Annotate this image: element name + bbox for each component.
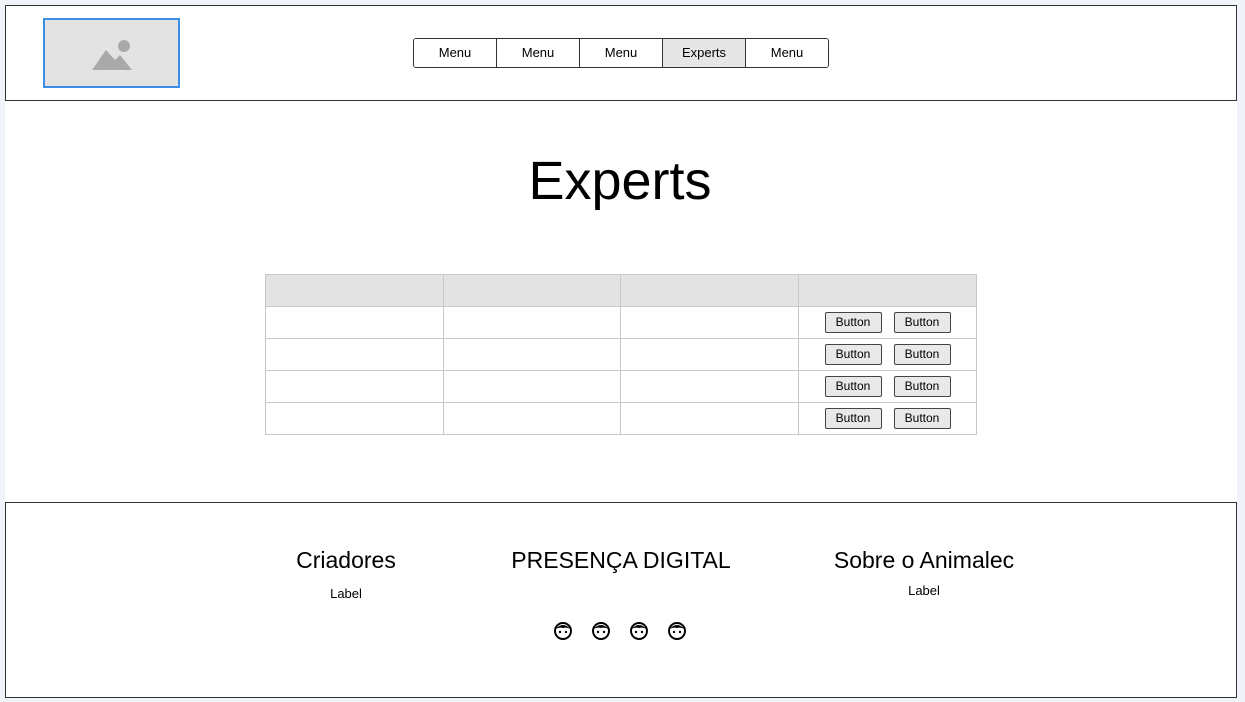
table-cell: [620, 370, 799, 403]
nav-item-experts[interactable]: Experts: [663, 39, 746, 67]
site-header: Menu Menu Menu Experts Menu: [5, 5, 1237, 101]
social-icons: [553, 621, 687, 641]
row-action-button-2[interactable]: Button: [893, 344, 951, 365]
nav-item-menu-5[interactable]: Menu: [746, 39, 828, 67]
site-footer: Criadores Label PRESENÇA DIGITAL Sobre o…: [5, 502, 1237, 698]
table-row: Button Button: [265, 306, 977, 339]
table-cell: [443, 338, 621, 371]
table-header-cell: [443, 274, 621, 307]
nav-item-menu-3[interactable]: Menu: [580, 39, 663, 67]
footer-digital-presence: PRESENÇA DIGITAL: [471, 547, 771, 574]
table-row: Button Button: [265, 338, 977, 371]
table-header-cell: [265, 274, 444, 307]
table-header-row: [265, 274, 977, 307]
row-action-button-2[interactable]: Button: [893, 376, 951, 397]
logo-image[interactable]: [43, 18, 180, 88]
footer-about: Sobre o Animalec Label: [796, 547, 1052, 598]
about-label: Label: [908, 583, 940, 598]
table-cell: [443, 306, 621, 339]
table-row: Button Button: [265, 370, 977, 403]
table-cell: [265, 338, 444, 371]
table-cell: [620, 338, 799, 371]
table-header-cell: [620, 274, 799, 307]
table-header-cell: [798, 274, 977, 307]
page-title: Experts: [528, 151, 712, 211]
table-actions-cell: Button Button: [798, 306, 977, 339]
nav-item-menu-1[interactable]: Menu: [414, 39, 497, 67]
creators-heading: Criadores: [296, 547, 396, 573]
table-actions-cell: Button Button: [798, 370, 977, 403]
user-face-icon[interactable]: [591, 621, 611, 641]
experts-table: Button Button Button Button Button Button B…: [265, 274, 977, 435]
table-cell: [443, 370, 621, 403]
table-actions-cell: Button Button: [798, 338, 977, 371]
user-face-icon[interactable]: [667, 621, 687, 641]
nav-item-menu-2[interactable]: Menu: [497, 39, 580, 67]
table-row: Button Button: [265, 402, 977, 435]
table-cell: [265, 306, 444, 339]
row-action-button-2[interactable]: Button: [893, 312, 951, 333]
digital-presence-heading: PRESENÇA DIGITAL: [511, 547, 731, 573]
creators-label: Label: [330, 586, 362, 601]
table-cell: [620, 402, 799, 435]
image-placeholder-icon: [92, 40, 132, 70]
row-action-button-1[interactable]: Button: [824, 344, 882, 365]
user-face-icon[interactable]: [629, 621, 649, 641]
row-action-button-1[interactable]: Button: [824, 312, 882, 333]
about-heading: Sobre o Animalec: [833, 547, 1015, 573]
footer-creators: Criadores Label: [246, 547, 446, 601]
row-action-button-2[interactable]: Button: [893, 408, 951, 429]
table-actions-cell: Button Button: [798, 402, 977, 435]
table-cell: [265, 370, 444, 403]
table-cell: [443, 402, 621, 435]
table-cell: [620, 306, 799, 339]
table-cell: [265, 402, 444, 435]
row-action-button-1[interactable]: Button: [824, 376, 882, 397]
user-face-icon[interactable]: [553, 621, 573, 641]
main-nav: Menu Menu Menu Experts Menu: [413, 38, 829, 68]
row-action-button-1[interactable]: Button: [824, 408, 882, 429]
